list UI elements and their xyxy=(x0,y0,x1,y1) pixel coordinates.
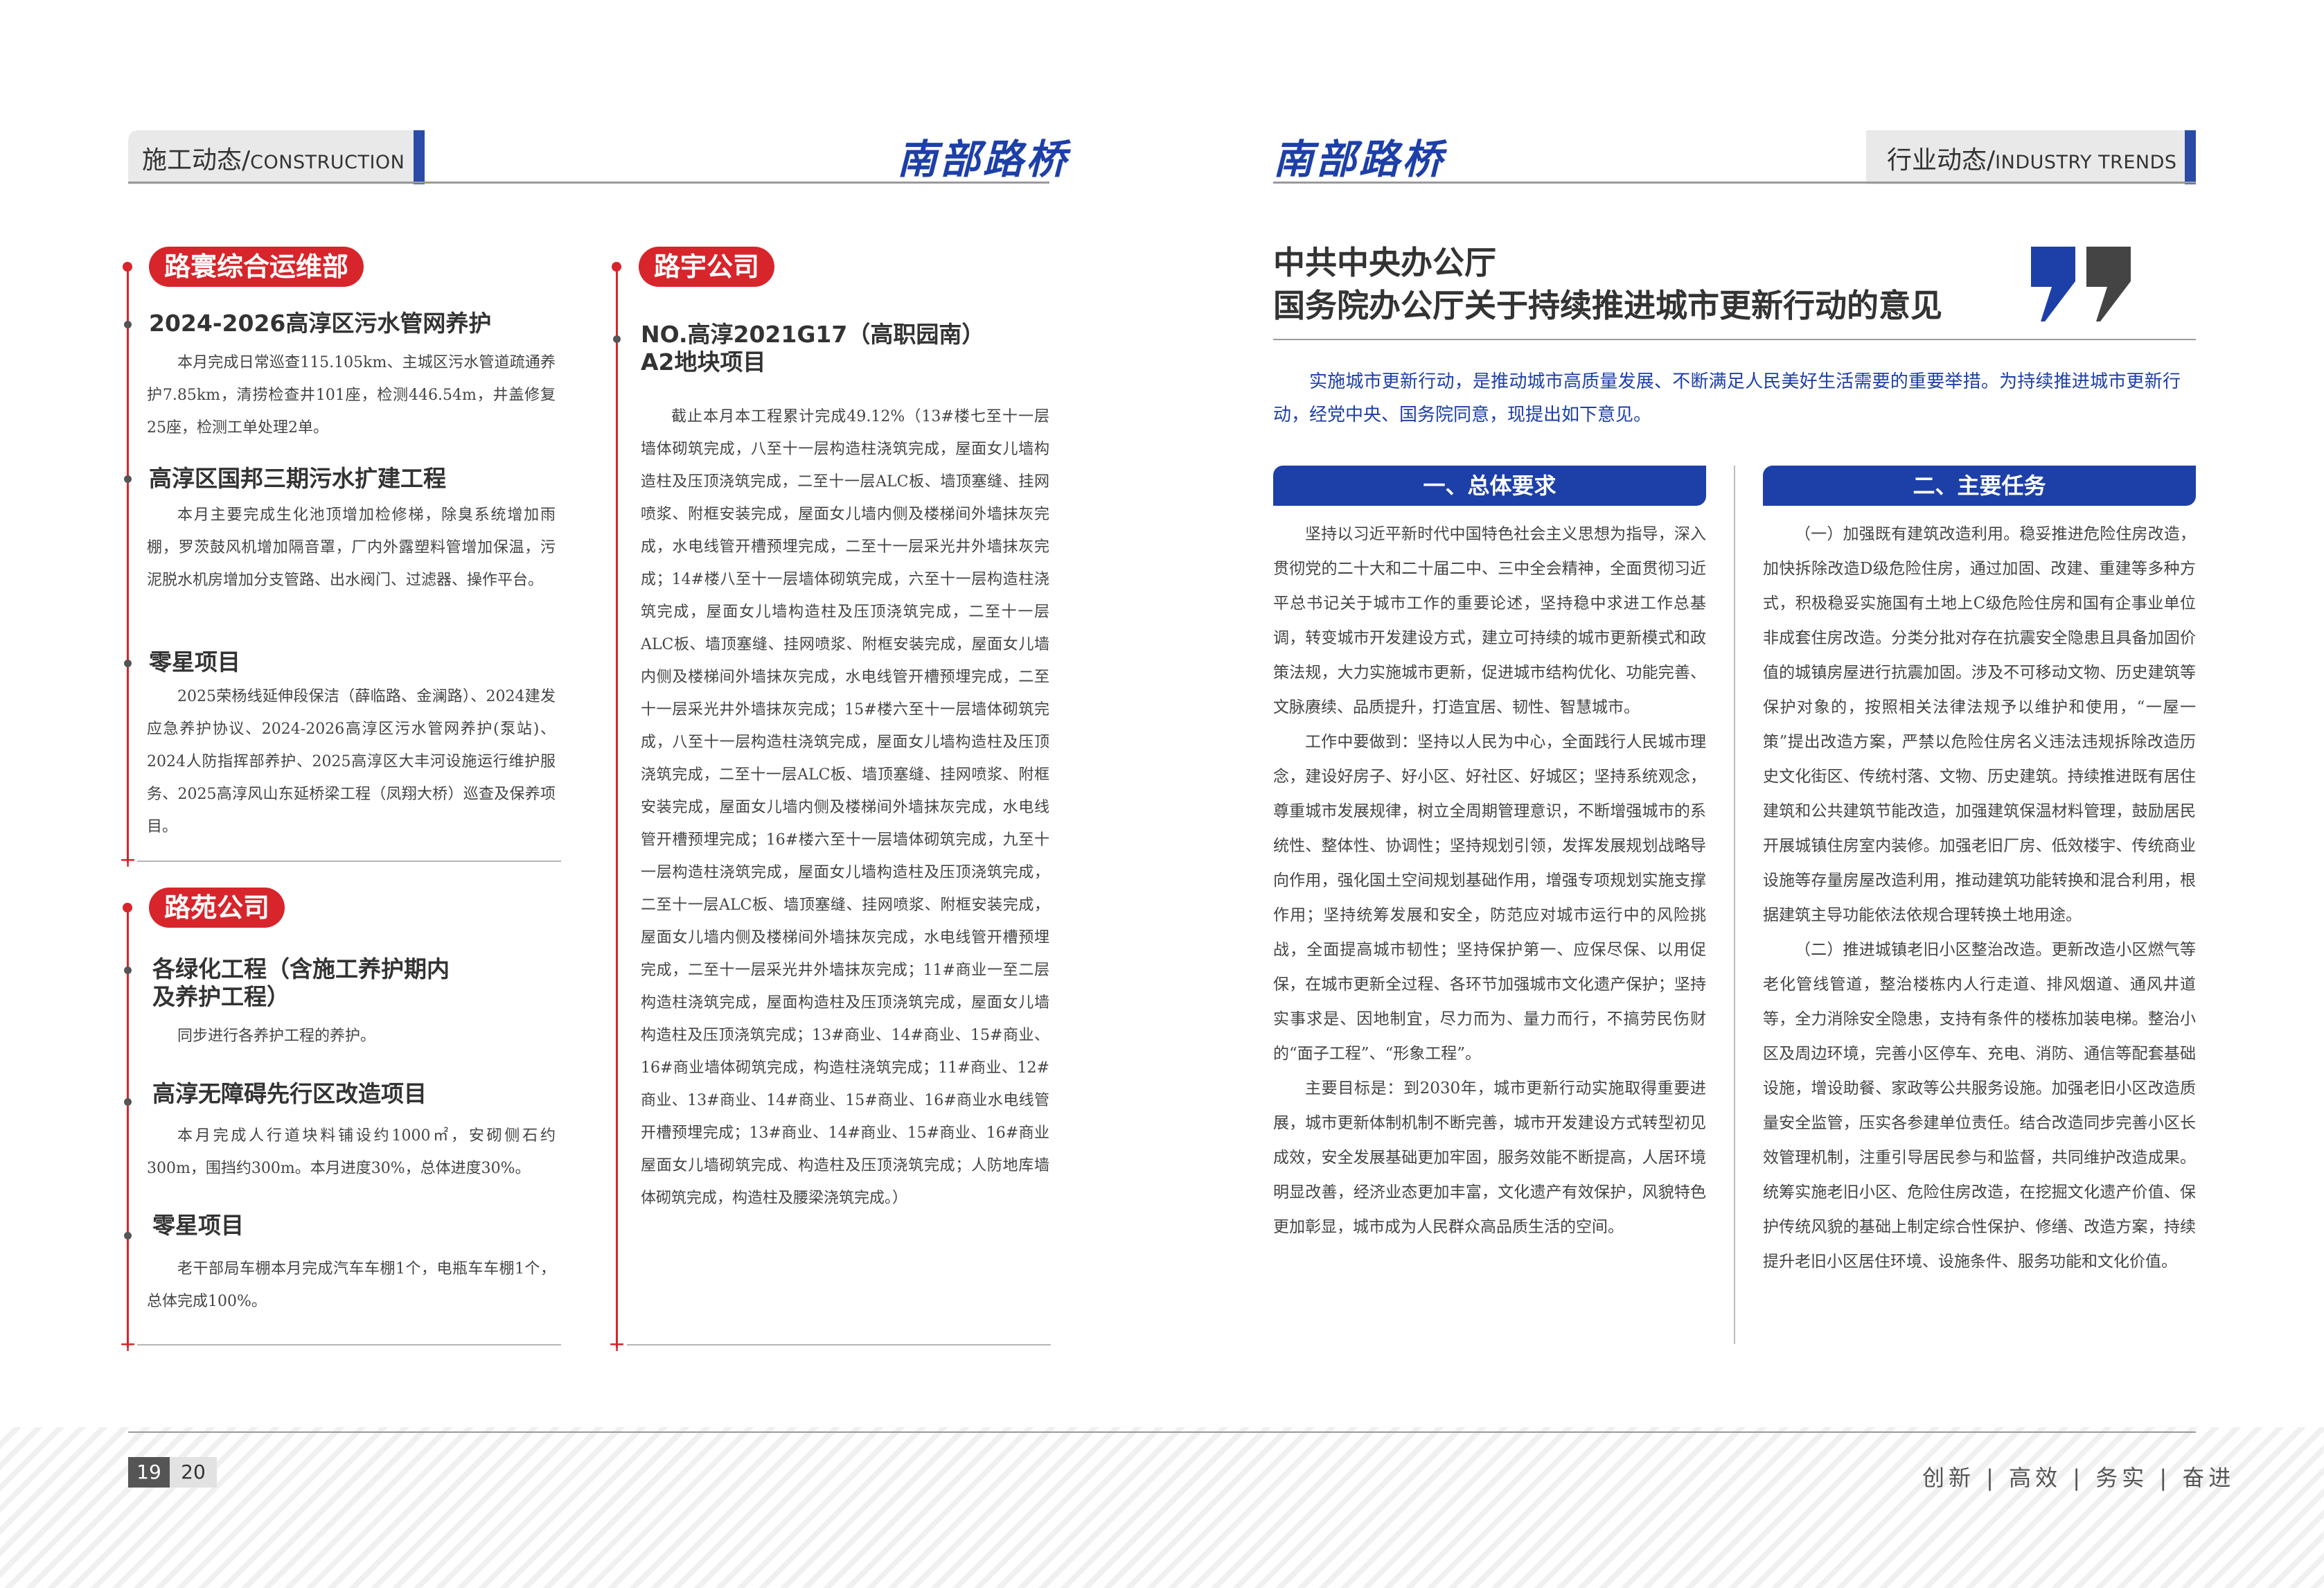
section-body-tasks: （一）加强既有建筑改造利用。稳妥推进危险住房改造，加快拆除改造D级危险住房，通过… xyxy=(1763,517,2196,1279)
item-body: 老干部局车棚本月完成汽车车棚1个，电瓶车车棚1个，总体完成100%。 xyxy=(147,1260,556,1310)
timeline-dot xyxy=(123,262,132,272)
bullet-dot xyxy=(124,1232,132,1239)
paragraph: （二）推进城镇老旧小区整治改造。更新改造小区燃气等老化管线管道，整治楼栋内人行走… xyxy=(1763,941,2196,1271)
paragraph: 工作中要做到：坚持以人民为中心，全面践行人民城市理念，建设好房子、好小区、好社区… xyxy=(1273,733,1706,1063)
project-title-line2: A2地块项目 xyxy=(641,349,766,376)
project-title-line1: NO.高淳2021G17（高职园南） xyxy=(641,321,985,348)
tab-title-en: CONSTRUCTION xyxy=(250,152,405,173)
plus-marker: + xyxy=(119,1332,137,1357)
section-tab-construction: 施工动态/CONSTRUCTION xyxy=(128,130,425,184)
item-body: 本月完成人行道块料铺设约1000㎡，安砌侧石约300m，围挡约300m。本月进度… xyxy=(147,1127,556,1177)
brand-logo-left: 南部路桥 xyxy=(897,136,1070,183)
plus-marker: + xyxy=(608,1332,626,1357)
timeline-line xyxy=(127,267,129,863)
timeline-dot xyxy=(123,903,132,912)
section-pill-luyu: 路宇公司 xyxy=(639,247,775,287)
bullet-dot xyxy=(124,1098,132,1106)
bullet-dot xyxy=(124,475,132,483)
page-number-left: 19 xyxy=(128,1457,170,1488)
item-title-line2: 及养护工程） xyxy=(152,983,290,1010)
section-divider xyxy=(137,861,561,862)
footer-slogan: 创新 | 高效 | 务实 | 奋进 xyxy=(1922,1465,2235,1491)
tab-accent-bar xyxy=(2185,130,2196,184)
section-tab-industry: 行业动态/INDUSTRY TRENDS xyxy=(1866,130,2196,184)
item-title: 高淳无障碍先行区改造项目 xyxy=(152,1080,427,1107)
item-body: 本月完成日常巡查115.105km、主城区污水管道疏通养护7.85km，清捞检查… xyxy=(147,354,556,436)
section-heading-general: 一、总体要求 xyxy=(1273,466,1706,506)
item-title: 2024-2026高淳区污水管网养护 xyxy=(149,310,492,337)
brand-logo-right: 南部路桥 xyxy=(1273,136,1446,183)
background-stripes xyxy=(0,1427,2324,1588)
item-body: 2025荣杨线延伸段保洁（薛临路、金澜路）、2024建发应急养护协议、2024-… xyxy=(147,688,556,836)
section-pill-luhuan: 路寰综合运维部 xyxy=(149,247,364,287)
timeline-line xyxy=(616,267,618,1348)
page-number-right: 20 xyxy=(170,1457,217,1488)
header-rule-right xyxy=(1273,182,2196,184)
section-heading-tasks: 二、主要任务 xyxy=(1763,466,2196,506)
tab-accent-bar xyxy=(414,130,425,184)
plus-marker: + xyxy=(119,848,137,872)
item-title: 零星项目 xyxy=(149,649,240,676)
project-body: 截止本月本工程累计完成49.12%（13#楼七至十一层墙体砌筑完成，八至十一层构… xyxy=(641,408,1049,1207)
paragraph: 坚持以习近平新时代中国特色社会主义思想为指导，深入贯彻党的二十大和二十届二中、三… xyxy=(1273,525,1706,716)
paragraph: （一）加强既有建筑改造利用。稳妥推进危险住房改造，加快拆除改造D级危险住房，通过… xyxy=(1763,525,2196,924)
bullet-dot xyxy=(124,321,132,328)
item-title: 零星项目 xyxy=(152,1212,244,1239)
tab-title-en: INDUSTRY TRENDS xyxy=(1995,152,2177,173)
item-title-line1: 各绿化工程（含施工养护期内 xyxy=(152,955,450,982)
item-title: 高淳区国邦三期污水扩建工程 xyxy=(149,465,446,492)
section-divider xyxy=(627,1344,1051,1346)
bullet-dot xyxy=(124,967,132,974)
footer-rule xyxy=(128,1431,2196,1433)
bullet-dot xyxy=(124,660,132,667)
bullet-dot xyxy=(613,335,621,343)
section-pill-luyuan: 路苑公司 xyxy=(149,888,285,928)
article-title-line2: 国务院办公厅关于持续推进城市更新行动的意见 xyxy=(1273,287,1942,324)
column-divider xyxy=(1734,466,1735,1344)
item-body: 同步进行各养护工程的养护。 xyxy=(177,1027,376,1045)
item-body: 本月主要完成生化池顶增加检修梯，除臭系统增加雨棚，罗茨鼓风机增加隔音罩，厂内外露… xyxy=(147,506,556,589)
article-lead: 实施城市更新行动，是推动城市高质量发展、不断满足人民美好生活需要的重要举措。为持… xyxy=(1273,371,2181,425)
tab-title-zh: 行业动态 xyxy=(1887,146,1987,175)
timeline-dot xyxy=(612,262,621,272)
title-rule xyxy=(1273,339,2196,340)
section-divider xyxy=(137,1344,561,1346)
article-title-line1: 中共中央办公厅 xyxy=(1273,244,1496,281)
section-body-general: 坚持以习近平新时代中国特色社会主义思想为指导，深入贯彻党的二十大和二十届二中、三… xyxy=(1273,517,1706,1244)
tab-title-zh: 施工动态 xyxy=(142,146,242,175)
quote-icon xyxy=(2031,247,2131,321)
paragraph: 主要目标是：到2030年，城市更新行动实施取得重要进展，城市更新体制机制不断完善… xyxy=(1273,1079,1706,1236)
